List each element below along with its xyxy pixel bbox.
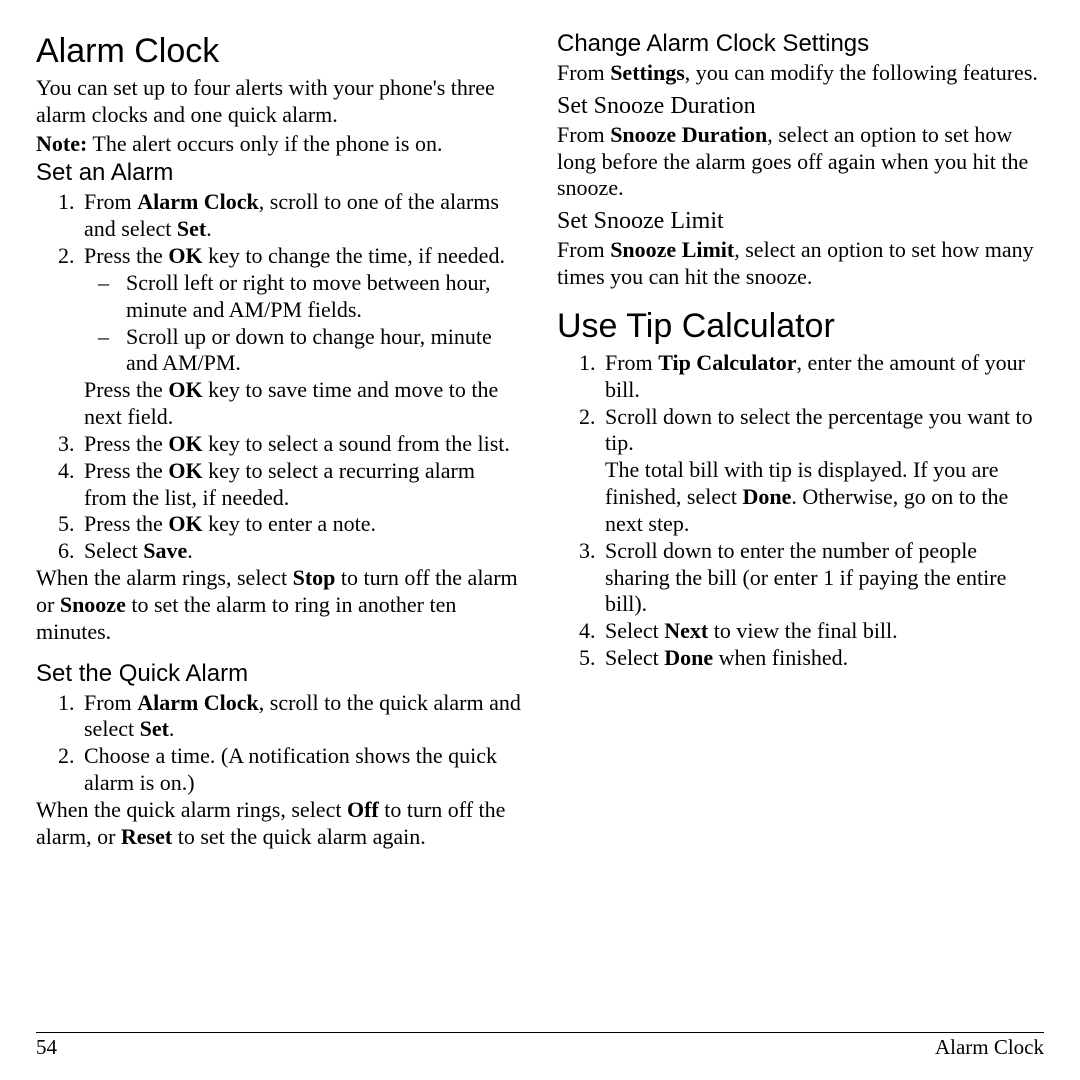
alarm-rings-text: When the alarm rings, select Stop to tur… <box>36 565 523 645</box>
step-2: Press the OK key to change the time, if … <box>80 243 523 431</box>
snooze-duration-text: From Snooze Duration, select an option t… <box>557 122 1044 202</box>
page-number: 54 <box>36 1035 57 1060</box>
step-3: Press the OK key to select a sound from … <box>80 431 523 458</box>
change-settings-text: From Settings, you can modify the follow… <box>557 60 1044 87</box>
snooze-limit-text: From Snooze Limit, select an option to s… <box>557 237 1044 291</box>
tip-step-3: Scroll down to enter the number of peopl… <box>601 538 1044 618</box>
step-2-substeps: Scroll left or right to move between hou… <box>84 270 523 377</box>
quick-alarm-rings-text: When the quick alarm rings, select Off t… <box>36 797 523 851</box>
heading-set-an-alarm: Set an Alarm <box>36 159 523 187</box>
heading-set-quick-alarm: Set the Quick Alarm <box>36 660 523 688</box>
set-alarm-steps: From Alarm Clock, scroll to one of the a… <box>36 189 523 565</box>
right-column: Change Alarm Clock Settings From Setting… <box>557 28 1044 1024</box>
heading-snooze-limit: Set Snooze Limit <box>557 208 1044 235</box>
tip-step-5: Select Done when finished. <box>601 645 1044 672</box>
tip-step-2: Scroll down to select the percentage you… <box>601 404 1044 538</box>
page-footer: 54 Alarm Clock <box>36 1032 1044 1060</box>
note-text: Note: The alert occurs only if the phone… <box>36 131 523 158</box>
step-6: Select Save. <box>80 538 523 565</box>
step-1: From Alarm Clock, scroll to one of the a… <box>80 189 523 243</box>
heading-snooze-duration: Set Snooze Duration <box>557 93 1044 120</box>
quick-alarm-steps: From Alarm Clock, scroll to the quick al… <box>36 690 523 797</box>
quick-step-2: Choose a time. (A notification shows the… <box>80 743 523 797</box>
heading-tip-calculator: Use Tip Calculator <box>557 307 1044 346</box>
tip-step-1: From Tip Calculator, enter the amount of… <box>601 350 1044 404</box>
quick-step-1: From Alarm Clock, scroll to the quick al… <box>80 690 523 744</box>
content-columns: Alarm Clock You can set up to four alert… <box>36 28 1044 1024</box>
heading-change-settings: Change Alarm Clock Settings <box>557 30 1044 58</box>
substep-scroll-lr: Scroll left or right to move between hou… <box>122 270 523 324</box>
intro-text: You can set up to four alerts with your … <box>36 75 523 129</box>
step-5: Press the OK key to enter a note. <box>80 511 523 538</box>
tip-step-4: Select Next to view the final bill. <box>601 618 1044 645</box>
tip-calculator-steps: From Tip Calculator, enter the amount of… <box>557 350 1044 672</box>
heading-alarm-clock: Alarm Clock <box>36 32 523 71</box>
step-4: Press the OK key to select a recurring a… <box>80 458 523 512</box>
left-column: Alarm Clock You can set up to four alert… <box>36 28 523 1024</box>
substep-scroll-ud: Scroll up or down to change hour, minute… <box>122 324 523 378</box>
footer-section: Alarm Clock <box>935 1035 1044 1060</box>
